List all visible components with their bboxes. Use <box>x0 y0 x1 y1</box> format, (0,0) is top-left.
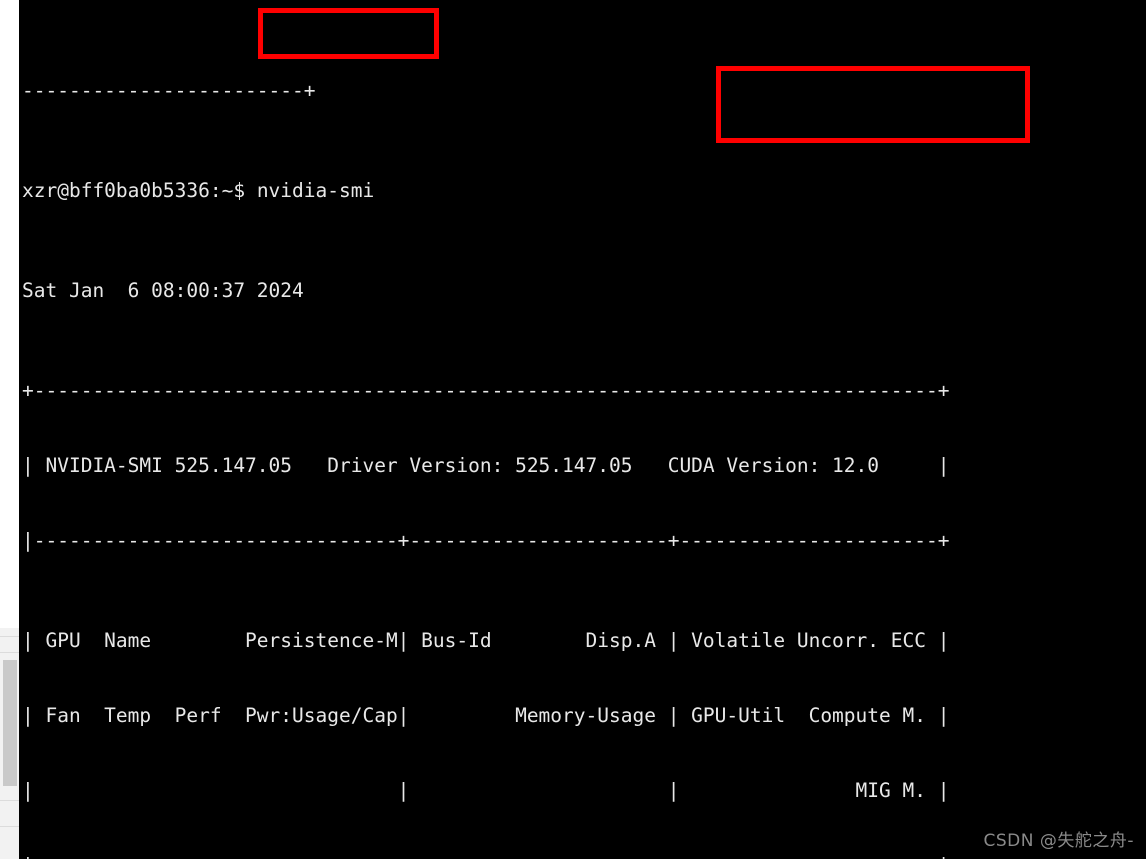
smi-header-line: | NVIDIA-SMI 525.147.05 Driver Version: … <box>22 454 950 477</box>
column-header-line-2: | Fan Temp Perf Pwr:Usage/Cap| Memory-Us… <box>22 704 950 727</box>
strip-divider <box>0 652 19 653</box>
watermark: CSDN @失舵之舟- <box>983 831 1134 851</box>
strip-divider <box>0 800 19 801</box>
timestamp-text: Sat Jan 6 08:00:37 2024 <box>22 279 304 302</box>
prompt-top: xzr@bff0ba0b5336:~$ <box>22 179 257 202</box>
column-header-line-1: | GPU Name Persistence-M| Bus-Id Disp.A … <box>22 629 950 652</box>
timestamp: Sat Jan 6 08:00:37 2024 <box>22 278 949 303</box>
terminal-window[interactable]: ------------------------+ xzr@bff0ba0b53… <box>19 0 1146 859</box>
column-header-line-3: | | | MIG M. | <box>22 779 950 802</box>
vertical-scrollbar-thumb[interactable] <box>3 660 17 786</box>
strip-divider <box>0 826 19 827</box>
command-text[interactable]: nvidia-smi <box>257 179 374 202</box>
terminal-screenshot: ------------------------+ xzr@bff0ba0b53… <box>0 0 1146 859</box>
smi-rule-header-split: |-------------------------------+-------… <box>22 529 950 552</box>
strip-divider <box>0 636 19 637</box>
partial-top-rule: ------------------------+ <box>22 79 316 102</box>
smi-rule-top: +---------------------------------------… <box>22 379 950 402</box>
smi-rule-heavy: |===============================+=======… <box>22 853 949 859</box>
terminal-output: ------------------------+ xzr@bff0ba0b53… <box>22 3 949 859</box>
command-prompt-line: xzr@bff0ba0b5336:~$ nvidia-smi <box>22 178 949 203</box>
